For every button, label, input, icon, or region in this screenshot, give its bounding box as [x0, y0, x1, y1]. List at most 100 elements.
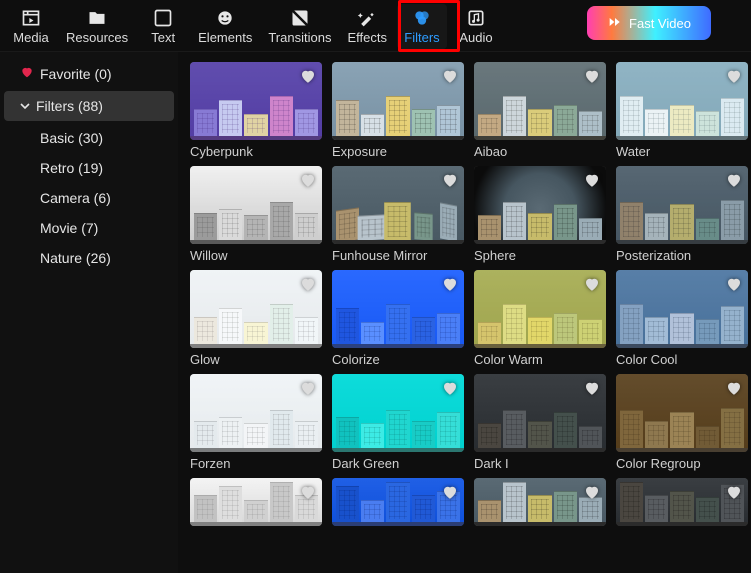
filter-card[interactable]: Aibao — [474, 62, 606, 160]
sidebar-item-retro[interactable]: Retro (19) — [4, 153, 174, 183]
filter-name: Dark Green — [332, 456, 464, 472]
filter-card[interactable]: Forzen — [190, 374, 322, 472]
filter-name: Color Warm — [474, 352, 606, 368]
filter-grid: CyberpunkExposureAibaoWaterWillowFunhous… — [190, 62, 739, 546]
filter-card[interactable]: Color Regroup — [616, 374, 748, 472]
filter-thumbnail — [332, 270, 464, 348]
toolbar-filters[interactable]: Filters — [397, 4, 447, 49]
fast-video-label: Fast Video — [629, 16, 691, 31]
fast-video-button[interactable]: Fast Video — [587, 6, 711, 40]
toolbar-transitions[interactable]: Transitions — [262, 4, 337, 49]
filter-name: Willow — [190, 248, 322, 264]
filter-thumbnail — [474, 166, 606, 244]
favorite-heart-icon[interactable] — [298, 170, 318, 190]
favorite-heart-icon[interactable] — [582, 378, 602, 398]
filter-thumbnail — [474, 62, 606, 140]
sidebar-item-label: Nature (26) — [40, 250, 111, 266]
filter-card[interactable] — [190, 478, 322, 546]
filter-thumbnail — [616, 478, 748, 526]
toolbar-label: Transitions — [268, 30, 331, 45]
filter-name: Color Regroup — [616, 456, 748, 472]
filter-thumbnail — [474, 270, 606, 348]
audio-icon — [466, 8, 486, 28]
toolbar-label: Elements — [198, 30, 252, 45]
favorite-heart-icon[interactable] — [440, 378, 460, 398]
toolbar-text[interactable]: Text — [138, 4, 188, 49]
top-toolbar: Media Resources Text Elements Transition… — [0, 0, 751, 51]
sidebar-item-basic[interactable]: Basic (30) — [4, 123, 174, 153]
favorite-heart-icon[interactable] — [298, 482, 318, 502]
filter-card[interactable] — [474, 478, 606, 546]
filter-card[interactable]: Willow — [190, 166, 322, 264]
sidebar-item-label: Camera (6) — [40, 190, 111, 206]
filter-card[interactable] — [616, 478, 748, 546]
filter-thumbnail — [474, 478, 606, 526]
media-icon — [21, 8, 41, 28]
filter-card[interactable]: Posterization — [616, 166, 748, 264]
favorite-heart-icon[interactable] — [724, 274, 744, 294]
transitions-icon — [290, 8, 310, 28]
favorite-heart-icon[interactable] — [724, 378, 744, 398]
favorite-heart-icon[interactable] — [440, 274, 460, 294]
filter-card[interactable]: Funhouse Mirror — [332, 166, 464, 264]
toolbar-media[interactable]: Media — [6, 4, 56, 49]
favorite-heart-icon[interactable] — [298, 66, 318, 86]
filter-name — [616, 530, 748, 546]
filter-thumbnail — [190, 166, 322, 244]
filter-name: Sphere — [474, 248, 606, 264]
filter-card[interactable]: Cyberpunk — [190, 62, 322, 160]
toolbar-effects[interactable]: Effects — [341, 4, 393, 49]
favorite-heart-icon[interactable] — [440, 170, 460, 190]
filter-card[interactable]: Glow — [190, 270, 322, 368]
filter-name — [190, 530, 322, 546]
toolbar-audio[interactable]: Audio — [451, 4, 501, 49]
filter-card[interactable] — [332, 478, 464, 546]
resources-icon — [87, 8, 107, 28]
favorite-heart-icon[interactable] — [440, 482, 460, 502]
fast-forward-icon — [607, 14, 623, 33]
sidebar-item-movie[interactable]: Movie (7) — [4, 213, 174, 243]
filter-name: Funhouse Mirror — [332, 248, 464, 264]
favorite-heart-icon[interactable] — [582, 170, 602, 190]
effects-icon — [357, 8, 377, 28]
favorite-heart-icon[interactable] — [582, 274, 602, 294]
filters-icon — [412, 8, 432, 28]
filter-name: Cyberpunk — [190, 144, 322, 160]
favorite-heart-icon[interactable] — [298, 378, 318, 398]
sidebar-item-camera[interactable]: Camera (6) — [4, 183, 174, 213]
filter-card[interactable]: Dark Green — [332, 374, 464, 472]
filter-thumbnail — [332, 166, 464, 244]
filter-thumbnail — [190, 270, 322, 348]
favorite-heart-icon[interactable] — [724, 482, 744, 502]
filter-name: Colorize — [332, 352, 464, 368]
sidebar-item-nature[interactable]: Nature (26) — [4, 243, 174, 273]
filter-card[interactable]: Dark I — [474, 374, 606, 472]
favorite-heart-icon[interactable] — [582, 66, 602, 86]
filter-card[interactable]: Colorize — [332, 270, 464, 368]
filter-thumbnail — [190, 62, 322, 140]
filter-card[interactable]: Sphere — [474, 166, 606, 264]
toolbar-label: Filters — [404, 30, 439, 45]
filter-name: Glow — [190, 352, 322, 368]
sidebar-item-label: Basic (30) — [40, 130, 103, 146]
filter-card[interactable]: Color Warm — [474, 270, 606, 368]
sidebar-favorite-label: Favorite (0) — [40, 66, 112, 82]
favorite-heart-icon[interactable] — [724, 66, 744, 86]
sidebar-root-filters[interactable]: Filters (88) — [4, 91, 174, 121]
filter-card[interactable]: Color Cool — [616, 270, 748, 368]
filter-thumbnail — [332, 478, 464, 526]
favorite-heart-icon[interactable] — [582, 482, 602, 502]
filter-card[interactable]: Exposure — [332, 62, 464, 160]
toolbar-label: Media — [13, 30, 48, 45]
filter-thumbnail — [616, 166, 748, 244]
favorite-heart-icon[interactable] — [298, 274, 318, 294]
favorite-heart-icon[interactable] — [724, 170, 744, 190]
favorite-heart-icon[interactable] — [440, 66, 460, 86]
sidebar-favorite[interactable]: Favorite (0) — [4, 58, 174, 89]
toolbar-resources[interactable]: Resources — [60, 4, 134, 49]
filter-card[interactable]: Water — [616, 62, 748, 160]
toolbar-elements[interactable]: Elements — [192, 4, 258, 49]
filter-name: Water — [616, 144, 748, 160]
filter-name: Aibao — [474, 144, 606, 160]
filter-name: Forzen — [190, 456, 322, 472]
